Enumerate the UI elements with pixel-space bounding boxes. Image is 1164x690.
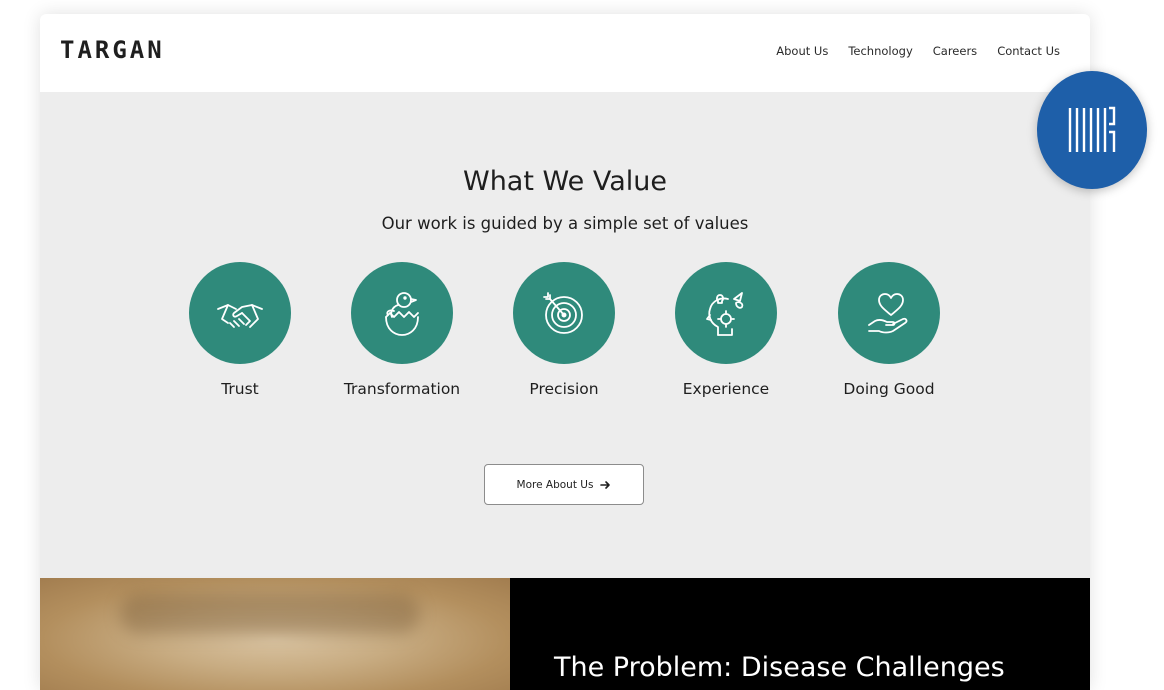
target-icon [543, 292, 583, 334]
main-nav: About Us Technology Careers Contact Us [776, 44, 1060, 58]
value-transformation: Transformation [322, 262, 482, 398]
floating-widget-button[interactable] [1037, 71, 1147, 189]
value-label-experience: Experience [682, 380, 770, 398]
handshake-icon [217, 304, 263, 328]
value-circle [838, 262, 940, 364]
hatching-chick-icon [385, 292, 419, 336]
value-circle [351, 262, 453, 364]
nav-contact-us[interactable]: Contact Us [997, 44, 1060, 58]
problem-section-panel: The Problem: Disease Challenges [510, 578, 1090, 690]
nav-careers[interactable]: Careers [933, 44, 977, 58]
browser-page: TARGAN About Us Technology Careers Conta… [40, 14, 1090, 690]
value-circle [675, 262, 777, 364]
more-about-us-label: More About Us [516, 478, 594, 491]
values-subtitle: Our work is guided by a simple set of va… [381, 214, 749, 233]
heart-in-hand-icon [868, 293, 908, 334]
value-label-precision: Precision [529, 380, 599, 398]
nav-about-us[interactable]: About Us [776, 44, 828, 58]
value-doing-good: Doing Good [809, 262, 969, 398]
more-about-us-button[interactable]: More About Us [484, 464, 644, 505]
value-circle [189, 262, 291, 364]
value-circle [513, 262, 615, 364]
problem-title: The Problem: Disease Challenges [554, 652, 1005, 683]
nav-technology[interactable]: Technology [848, 44, 912, 58]
value-experience: Experience [646, 262, 806, 398]
vertical-bars-logo-icon [1068, 106, 1116, 152]
value-precision: Precision [484, 262, 644, 398]
head-ideas-icon [706, 292, 744, 336]
arrow-right-icon [600, 480, 611, 489]
site-header: TARGAN About Us Technology Careers Conta… [40, 14, 1090, 92]
value-trust: Trust [160, 262, 320, 398]
value-label-trust: Trust [221, 380, 259, 398]
value-label-transformation: Transformation [343, 380, 461, 398]
problem-section-photo [40, 578, 510, 690]
value-label-doing-good: Doing Good [843, 380, 935, 398]
values-title: What We Value [463, 166, 667, 197]
targan-logo[interactable]: TARGAN [60, 36, 165, 64]
